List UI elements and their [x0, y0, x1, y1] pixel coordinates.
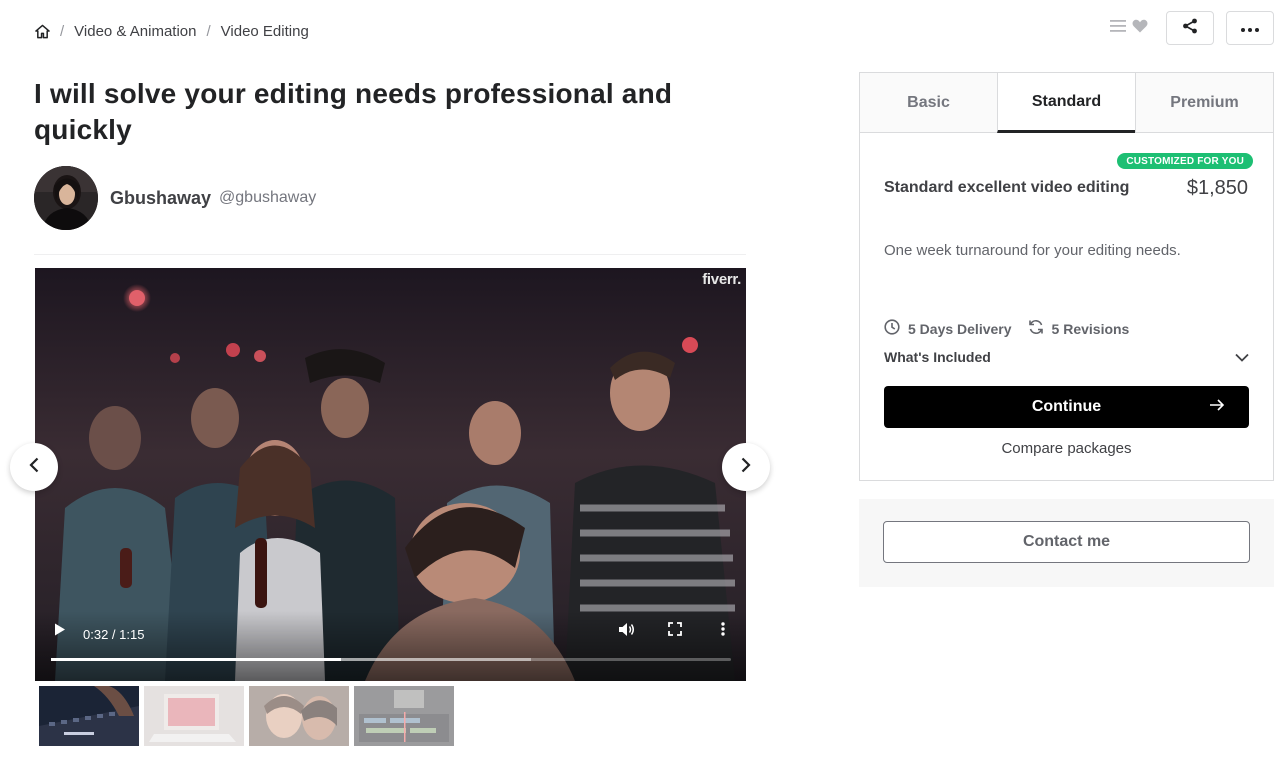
- gig-actions: [1110, 11, 1274, 45]
- delivery-text: 5 Days Delivery: [908, 320, 1012, 337]
- video-controls: 0:32 / 1:15: [35, 611, 746, 681]
- thumbnail-strip: [39, 686, 454, 746]
- tab-premium[interactable]: Premium: [1135, 73, 1273, 132]
- chevron-left-icon: [29, 457, 39, 478]
- more-icon: [1241, 19, 1259, 37]
- collections-icon: [1110, 19, 1126, 38]
- package-price: $1,850: [1186, 177, 1248, 199]
- package-description: One week turnaround for your editing nee…: [884, 242, 1181, 259]
- refresh-icon: [1028, 319, 1044, 338]
- breadcrumb-separator: /: [206, 22, 211, 40]
- revisions-text: 5 Revisions: [1051, 320, 1130, 337]
- fullscreen-icon[interactable]: [668, 622, 682, 641]
- thumbnail-mixing-console[interactable]: [39, 686, 139, 746]
- tab-standard[interactable]: Standard: [997, 73, 1135, 133]
- seller-overview: Gbushaway @gbushaway: [34, 166, 316, 230]
- contact-me-button[interactable]: Contact me: [883, 521, 1250, 563]
- previous-slide-button[interactable]: [10, 443, 58, 491]
- arrow-right-icon: [1209, 398, 1225, 417]
- chevron-down-icon: [1235, 349, 1249, 365]
- breadcrumb: / Video & Animation / Video Editing: [34, 20, 309, 42]
- gig-title: I will solve your editing needs professi…: [34, 78, 673, 145]
- revisions-info: 5 Revisions: [1028, 319, 1130, 338]
- chevron-right-icon: [741, 457, 751, 478]
- package-panel: Basic Standard Premium CUSTOMIZED FOR YO…: [859, 72, 1274, 481]
- customized-badge: CUSTOMIZED FOR YOU: [1117, 153, 1253, 169]
- home-icon[interactable]: [34, 23, 50, 39]
- compare-packages-link[interactable]: Compare packages: [860, 440, 1273, 457]
- share-button[interactable]: [1166, 11, 1214, 45]
- play-icon[interactable]: [54, 623, 66, 641]
- breadcrumb-separator: /: [60, 22, 65, 40]
- package-content: CUSTOMIZED FOR YOU Standard excellent vi…: [860, 133, 1273, 481]
- thumbnail-laptop[interactable]: [144, 686, 244, 746]
- fiverr-watermark: fiverr.: [702, 271, 741, 288]
- next-slide-button[interactable]: [722, 443, 770, 491]
- whats-included-label: What's Included: [884, 349, 991, 365]
- volume-icon[interactable]: [619, 622, 635, 642]
- contact-section: Contact me: [859, 499, 1274, 587]
- continue-label: Continue: [1031, 398, 1102, 415]
- save-to-list-button[interactable]: [1110, 19, 1148, 38]
- breadcrumb-video-editing[interactable]: Video Editing: [221, 23, 309, 40]
- video-time: 0:32 / 1:15: [83, 627, 145, 642]
- video-menu-icon[interactable]: [721, 622, 725, 641]
- seller-handle: @gbushaway: [219, 189, 317, 206]
- package-meta: 5 Days Delivery 5 Revisions: [884, 319, 1129, 338]
- video-player[interactable]: fiverr. 0:32 / 1:15: [35, 268, 746, 681]
- thumbnail-editing-timeline[interactable]: [354, 686, 454, 746]
- package-tabs: Basic Standard Premium: [860, 73, 1273, 133]
- breadcrumb-video-animation[interactable]: Video & Animation: [74, 23, 196, 40]
- video-progress-bar[interactable]: [51, 658, 731, 661]
- video-played: [51, 658, 342, 661]
- avatar[interactable]: [34, 166, 98, 230]
- package-title: Standard excellent video editing: [884, 179, 1130, 196]
- heart-icon[interactable]: [1132, 19, 1148, 38]
- more-options-button[interactable]: [1226, 11, 1274, 45]
- divider: [34, 254, 746, 255]
- whats-included-toggle[interactable]: What's Included: [884, 347, 1249, 367]
- delivery-info: 5 Days Delivery: [884, 319, 1012, 338]
- continue-button[interactable]: Continue: [884, 386, 1249, 428]
- tab-basic[interactable]: Basic: [860, 73, 997, 132]
- clock-icon: [884, 319, 900, 338]
- seller-name[interactable]: Gbushaway: [110, 188, 211, 209]
- share-icon: [1182, 18, 1198, 39]
- thumbnail-couple[interactable]: [249, 686, 349, 746]
